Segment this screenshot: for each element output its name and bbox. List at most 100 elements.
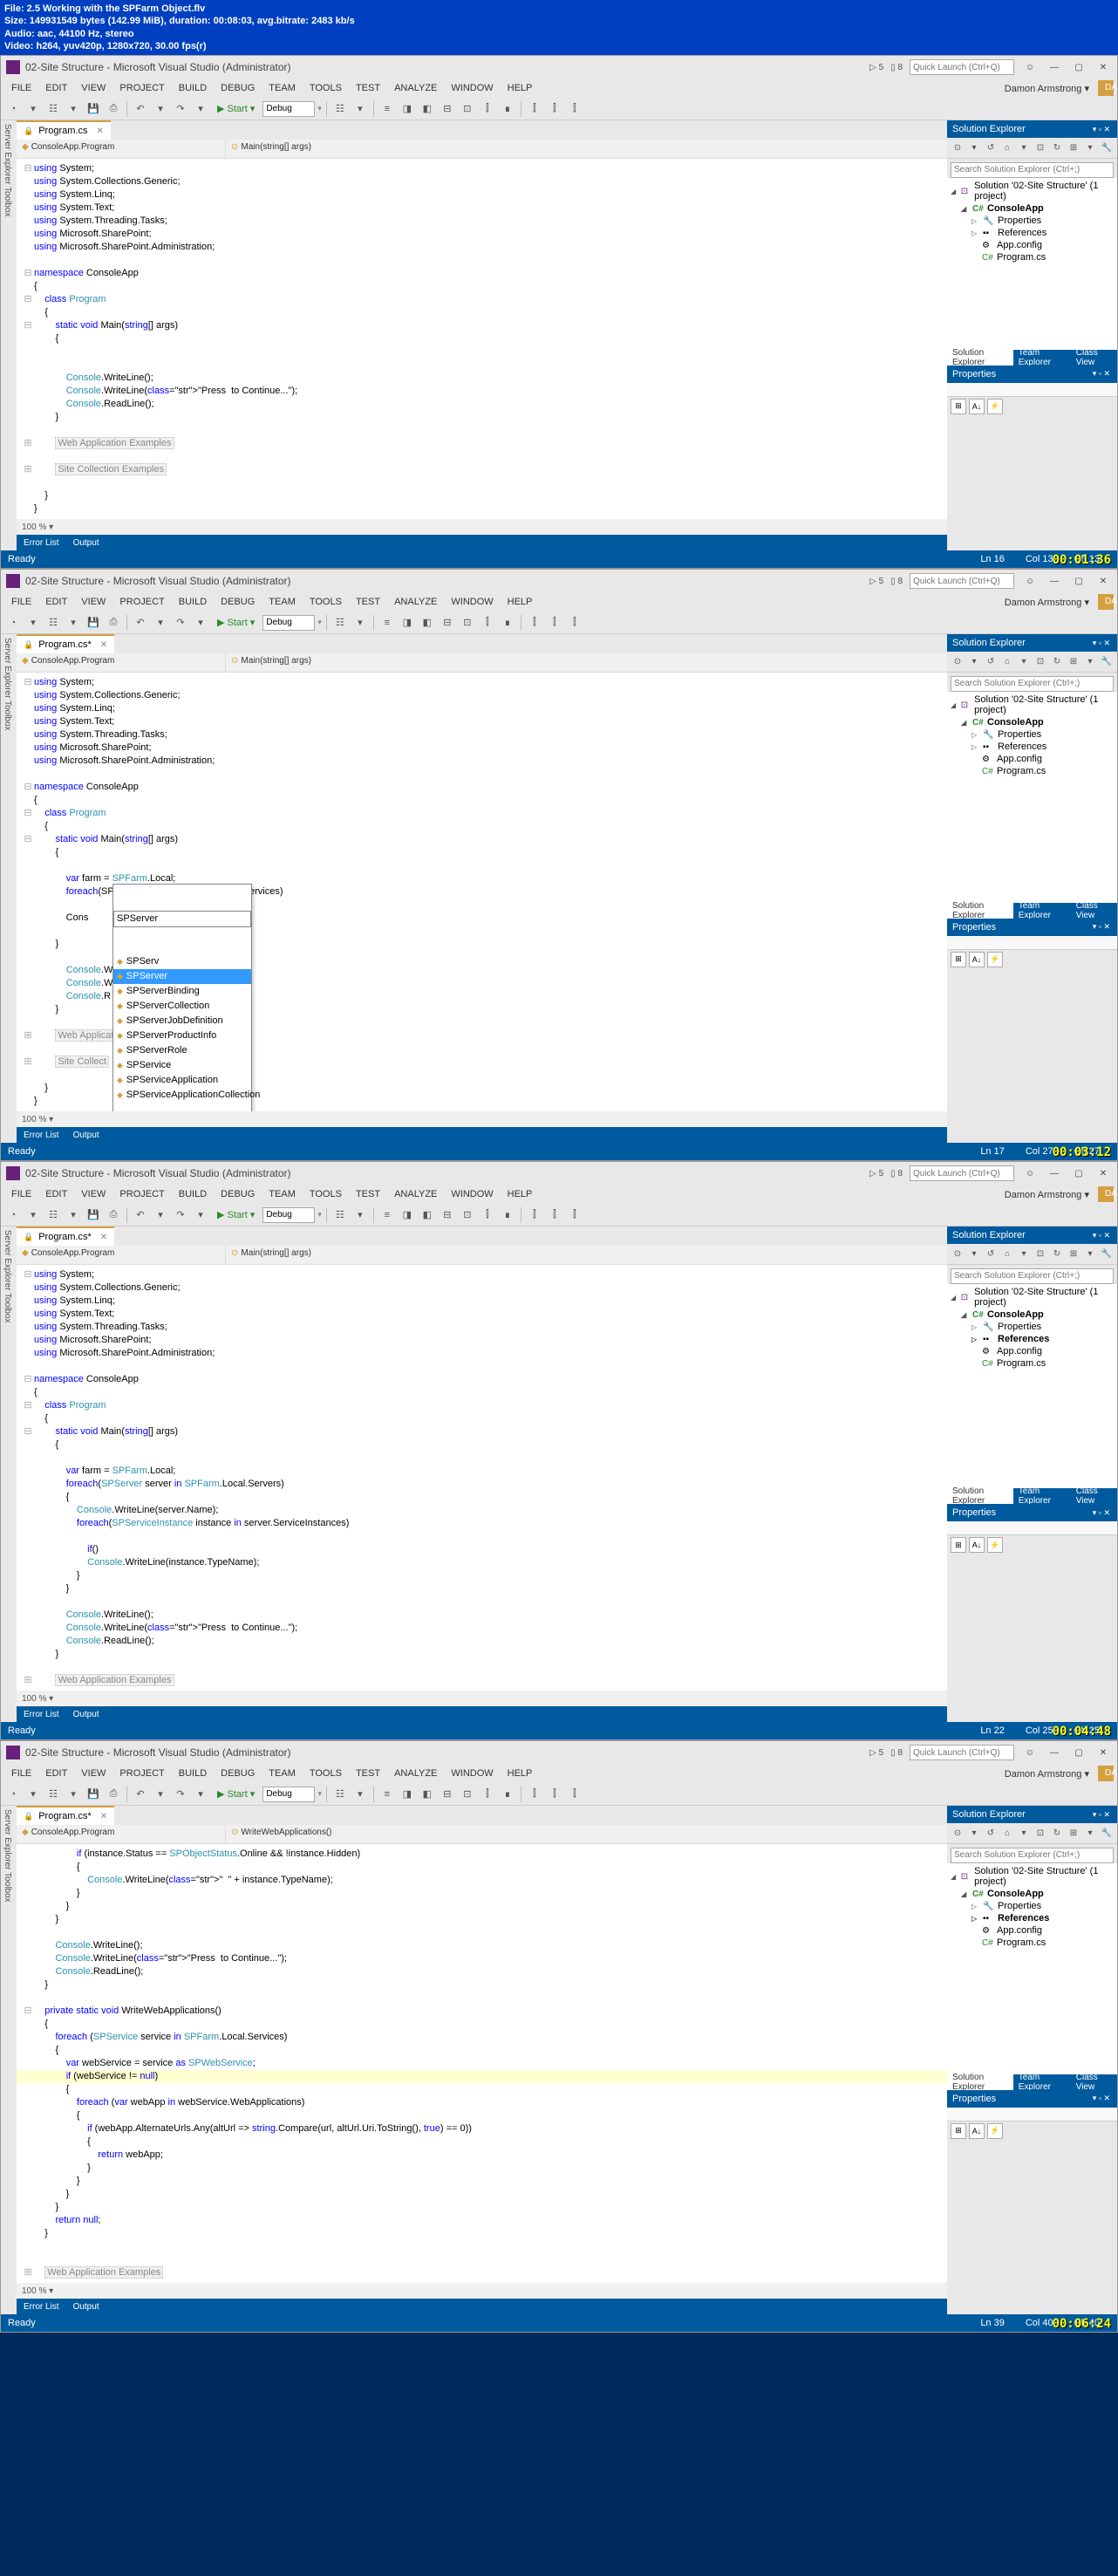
tab-error-list[interactable]: Error List xyxy=(17,538,66,548)
menu-debug[interactable]: DEBUG xyxy=(214,1189,262,1199)
toolbar-button[interactable]: ⫿ xyxy=(566,1206,583,1224)
menu-project[interactable]: PROJECT xyxy=(112,1189,171,1199)
close-button[interactable]: ✕ xyxy=(1094,573,1112,589)
notification-flag[interactable]: ▯ 8 xyxy=(890,1169,903,1179)
tree-programcs[interactable]: C#Program.cs xyxy=(947,1937,1117,1949)
minimize-button[interactable]: — xyxy=(1046,1745,1063,1760)
toolbar-button[interactable]: ⫿ xyxy=(479,100,496,118)
toolbar-button[interactable]: ☷ xyxy=(331,1206,349,1224)
toolbar-button[interactable]: ⫿ xyxy=(566,614,583,632)
menu-help[interactable]: HELP xyxy=(501,1768,540,1779)
toolbar-button[interactable]: ⊟ xyxy=(439,100,456,118)
toolbar-button[interactable]: ▾ xyxy=(351,100,369,118)
se-toolbar-button[interactable]: ▾ xyxy=(967,1826,981,1841)
se-toolbar-button[interactable]: ⌂ xyxy=(1000,1247,1014,1262)
menu-test[interactable]: TEST xyxy=(349,1768,387,1779)
start-button[interactable]: ▶ Start ▾ xyxy=(212,1788,260,1800)
toolbar-button[interactable]: ◧ xyxy=(419,614,436,632)
user-avatar[interactable]: DA xyxy=(1098,594,1114,610)
feedback-icon[interactable]: ☺ xyxy=(1021,1745,1039,1760)
toolbar-button[interactable]: ☷ xyxy=(44,100,62,118)
tab-error-list[interactable]: Error List xyxy=(17,1131,66,1140)
toolbar-button[interactable]: ▾ xyxy=(152,1786,169,1803)
maximize-button[interactable]: ▢ xyxy=(1070,1165,1087,1181)
toolbar-button[interactable]: ⫿ xyxy=(526,100,543,118)
minimize-button[interactable]: — xyxy=(1046,573,1063,589)
intellisense-item[interactable]: ◆SPServerCollection xyxy=(113,999,251,1014)
tree-project[interactable]: ◢C#ConsoleApp xyxy=(947,1888,1117,1900)
tab-close-icon[interactable]: ✕ xyxy=(100,640,107,650)
user-menu[interactable]: Damon Armstrong ▾ xyxy=(998,1189,1094,1200)
toolbar-button[interactable]: ▾ xyxy=(24,1206,42,1224)
se-toolbar-button[interactable]: ↺ xyxy=(984,654,998,670)
menu-help[interactable]: HELP xyxy=(501,83,540,93)
se-toolbar-button[interactable]: ↺ xyxy=(984,140,998,156)
panel-tab[interactable]: Solution Explorer xyxy=(947,901,1013,920)
menu-view[interactable]: VIEW xyxy=(74,83,112,93)
maximize-button[interactable]: ▢ xyxy=(1070,1745,1087,1760)
props-button[interactable]: A↓ xyxy=(969,952,985,967)
toolbar-button[interactable]: ⫿ xyxy=(546,1786,563,1803)
toolbar-button[interactable]: ▾ xyxy=(192,1786,209,1803)
intellisense-item[interactable]: ◆SPService xyxy=(113,1058,251,1073)
toolbar-button[interactable]: ⫿ xyxy=(546,614,563,632)
notification-flag[interactable]: ▯ 8 xyxy=(890,1748,903,1758)
se-toolbar-button[interactable]: ⊙ xyxy=(951,654,965,670)
toolbar-button[interactable]: ▾ xyxy=(351,614,369,632)
props-button[interactable]: A↓ xyxy=(969,2123,985,2139)
editor-zoom[interactable]: 100 % ▾ xyxy=(17,519,947,535)
toolbar-button[interactable]: ◔ xyxy=(4,1206,22,1224)
toolbar-button[interactable]: ◧ xyxy=(419,1206,436,1224)
panel-tab[interactable]: Solution Explorer xyxy=(947,348,1013,367)
minimize-button[interactable]: — xyxy=(1046,59,1063,75)
toolbar-button[interactable]: ≡ xyxy=(378,1786,396,1803)
toolbar-button[interactable]: ▾ xyxy=(152,614,169,632)
start-button[interactable]: ▶ Start ▾ xyxy=(212,1209,260,1220)
menu-tools[interactable]: TOOLS xyxy=(303,83,349,93)
tab-output[interactable]: Output xyxy=(66,1710,106,1719)
menu-team[interactable]: TEAM xyxy=(262,1768,303,1779)
props-button[interactable]: ⊞ xyxy=(951,952,966,967)
panel-dropdown-icon[interactable]: ▾ ▫ ✕ xyxy=(1091,1810,1112,1820)
intellisense-item[interactable]: ◆SPServerRole xyxy=(113,1043,251,1058)
panel-tab[interactable]: Class View xyxy=(1071,1486,1117,1506)
code-editor[interactable]: ⊟using System;using System.Collections.G… xyxy=(17,159,947,519)
intellisense-item[interactable]: ◆SPServerBinding xyxy=(113,984,251,999)
menu-test[interactable]: TEST xyxy=(349,597,387,607)
toolbar-button[interactable]: ⊟ xyxy=(439,1206,456,1224)
toolbar-button[interactable]: ⊡ xyxy=(459,1786,476,1803)
feedback-icon[interactable]: ☺ xyxy=(1021,1165,1039,1181)
code-editor[interactable]: if (instance.Status == SPObjectStatus.On… xyxy=(17,1844,947,2283)
menu-debug[interactable]: DEBUG xyxy=(214,83,262,93)
props-button[interactable]: ⚡ xyxy=(987,2123,1003,2139)
se-toolbar-button[interactable]: ↺ xyxy=(984,1826,998,1841)
toolbar-button[interactable]: ▾ xyxy=(65,614,82,632)
feedback-icon[interactable]: ☺ xyxy=(1021,59,1039,75)
close-button[interactable]: ✕ xyxy=(1094,1165,1112,1181)
toolbar-button[interactable]: ▾ xyxy=(192,100,209,118)
se-search-input[interactable] xyxy=(951,1848,1114,1863)
toolbar-button[interactable]: 💾 xyxy=(85,1786,102,1803)
toolbar-button[interactable]: ↶ xyxy=(132,1206,149,1224)
menu-tools[interactable]: TOOLS xyxy=(303,597,349,607)
file-tab-program[interactable]: 🔒 Program.cs ✕ xyxy=(17,120,111,140)
se-toolbar-button[interactable]: ⊞ xyxy=(1067,1826,1081,1841)
maximize-button[interactable]: ▢ xyxy=(1070,59,1087,75)
se-toolbar-button[interactable]: ⊙ xyxy=(951,1826,965,1841)
props-button[interactable]: ⚡ xyxy=(987,1537,1003,1553)
toolbar-button[interactable]: ⫿ xyxy=(526,1206,543,1224)
toolbar-button[interactable]: ▾ xyxy=(24,614,42,632)
toolbar-button[interactable]: 💾 xyxy=(85,100,102,118)
tree-appconfig[interactable]: ⚙App.config xyxy=(947,753,1117,765)
props-button[interactable]: A↓ xyxy=(969,399,985,414)
toolbar-button[interactable]: ▾ xyxy=(65,1786,82,1803)
quick-launch-input[interactable] xyxy=(910,59,1014,75)
se-toolbar-button[interactable]: ⊞ xyxy=(1067,140,1081,156)
panel-dropdown-icon[interactable]: ▾ ▫ ✕ xyxy=(1091,639,1112,648)
menu-tools[interactable]: TOOLS xyxy=(303,1189,349,1199)
nav-method-dropdown[interactable]: ⊙Main(string[] args) xyxy=(226,653,947,672)
tree-properties[interactable]: ▷🔧Properties xyxy=(947,1321,1117,1333)
tree-references[interactable]: ▷▪▪References xyxy=(947,1912,1117,1924)
toolbar-button[interactable]: ≡ xyxy=(378,100,396,118)
menu-team[interactable]: TEAM xyxy=(262,1189,303,1199)
